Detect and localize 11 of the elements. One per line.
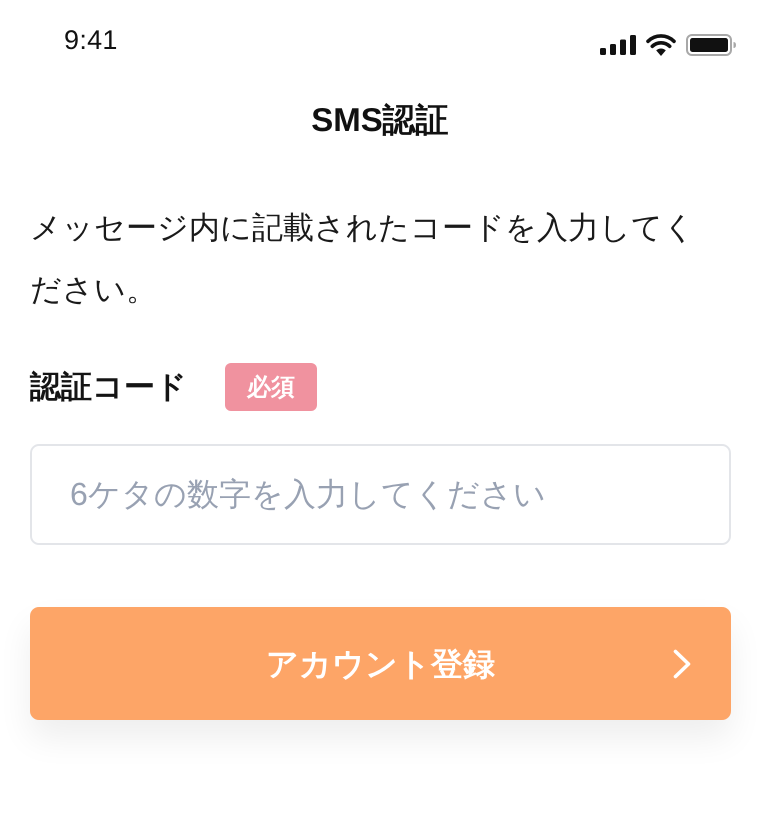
- chevron-right-icon: [673, 648, 691, 678]
- status-time: 9:41: [64, 25, 118, 55]
- instruction-text: メッセージ内に記載されたコードを入力してください。: [30, 209, 696, 309]
- required-badge: 必須: [225, 363, 317, 411]
- signal-icon: [600, 35, 636, 55]
- wifi-icon: [646, 34, 676, 56]
- register-button[interactable]: アカウント登録: [30, 607, 731, 720]
- page-title: SMS認証: [310, 100, 450, 140]
- field-label: 認証コード: [30, 368, 187, 406]
- code-input-field[interactable]: 6ケタの数字を入力してください: [30, 444, 731, 545]
- battery-icon: [686, 34, 736, 56]
